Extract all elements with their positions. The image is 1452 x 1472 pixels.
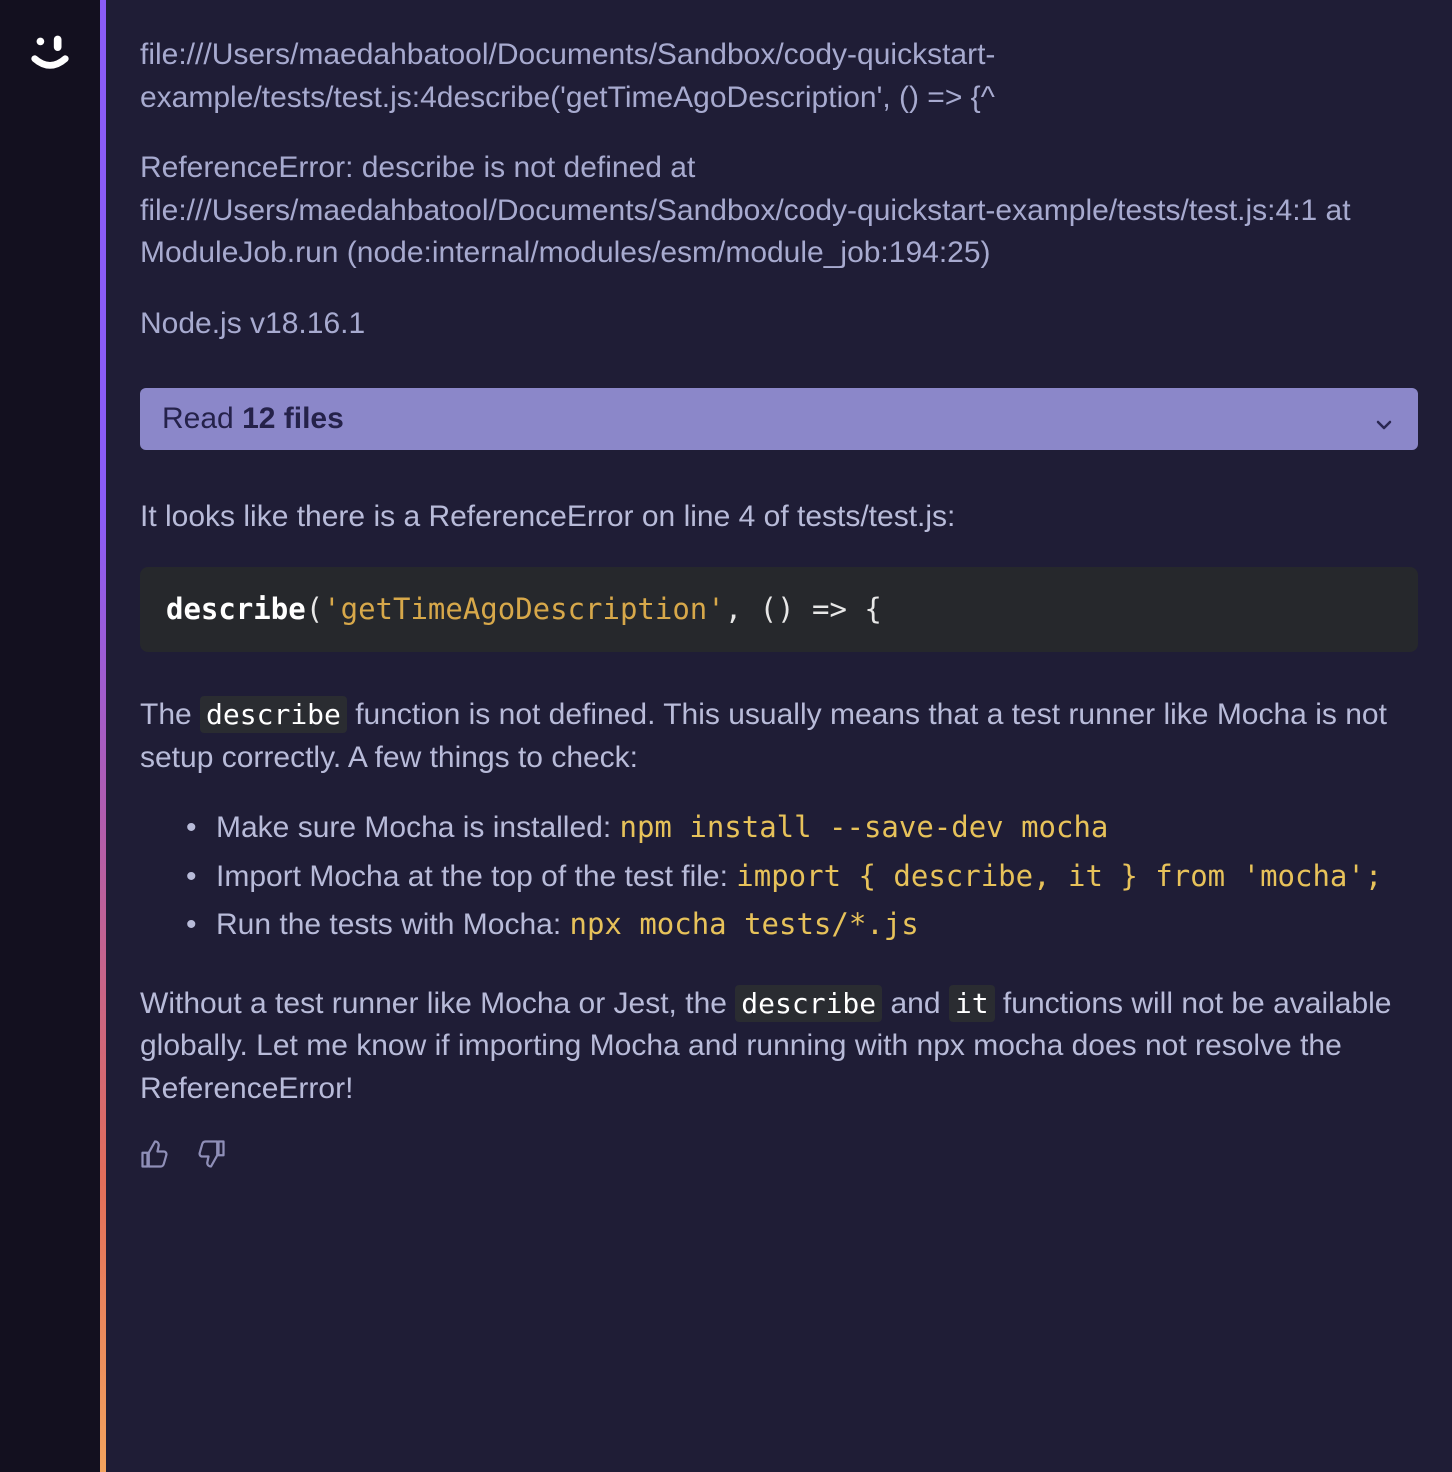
code-rest: , () => { [725,592,882,626]
text: Import Mocha at the top of the test file… [216,860,736,893]
inline-command: npm install --save-dev mocha [620,810,1109,844]
code-string: 'getTimeAgoDescription' [323,592,725,626]
assistant-explain: The describe function is not defined. Th… [140,694,1418,779]
text: and [882,987,949,1020]
user-line-3: Node.js v18.16.1 [140,303,1418,346]
inline-code-describe: describe [200,696,347,733]
chevron-down-icon [1372,407,1396,431]
app-root: file:///Users/maedahbatool/Documents/San… [0,0,1452,1472]
inline-code-it: it [949,985,995,1022]
assistant-outro: Without a test runner like Mocha or Jest… [140,983,1418,1111]
suggestion-list: Make sure Mocha is installed: npm instal… [186,807,1418,947]
context-files-pill[interactable]: Read 12 files [140,388,1418,451]
list-item: Make sure Mocha is installed: npm instal… [186,807,1418,850]
inline-command: npx mocha tests/*.js [570,907,919,941]
list-item: Import Mocha at the top of the test file… [186,856,1418,899]
thumbs-up-icon[interactable] [140,1139,174,1173]
context-pill-count: 12 files [242,402,344,435]
feedback-row [140,1139,1418,1173]
assistant-message: It looks like there is a ReferenceError … [140,496,1418,1173]
user-line-2: ReferenceError: describe is not defined … [140,147,1418,275]
cody-logo-icon[interactable] [27,28,73,74]
code-open: ( [306,592,323,626]
code-fn: describe [166,592,306,626]
text: Make sure Mocha is installed: [216,811,620,844]
sidebar [0,0,100,1472]
code-block: describe('getTimeAgoDescription', () => … [140,567,1418,652]
user-message: file:///Users/maedahbatool/Documents/San… [140,34,1418,346]
thumbs-down-icon[interactable] [196,1139,230,1173]
context-pill-label: Read 12 files [162,398,344,441]
text: Without a test runner like Mocha or Jest… [140,987,735,1020]
inline-code-describe: describe [735,985,882,1022]
text: The [140,698,200,731]
user-line-1: file:///Users/maedahbatool/Documents/San… [140,34,1418,119]
assistant-intro: It looks like there is a ReferenceError … [140,496,1418,539]
chat-panel: file:///Users/maedahbatool/Documents/San… [106,0,1452,1472]
text: Run the tests with Mocha: [216,908,570,941]
list-item: Run the tests with Mocha: npx mocha test… [186,904,1418,947]
context-pill-prefix: Read [162,402,242,435]
inline-command: import { describe, it } from 'mocha'; [736,859,1382,893]
